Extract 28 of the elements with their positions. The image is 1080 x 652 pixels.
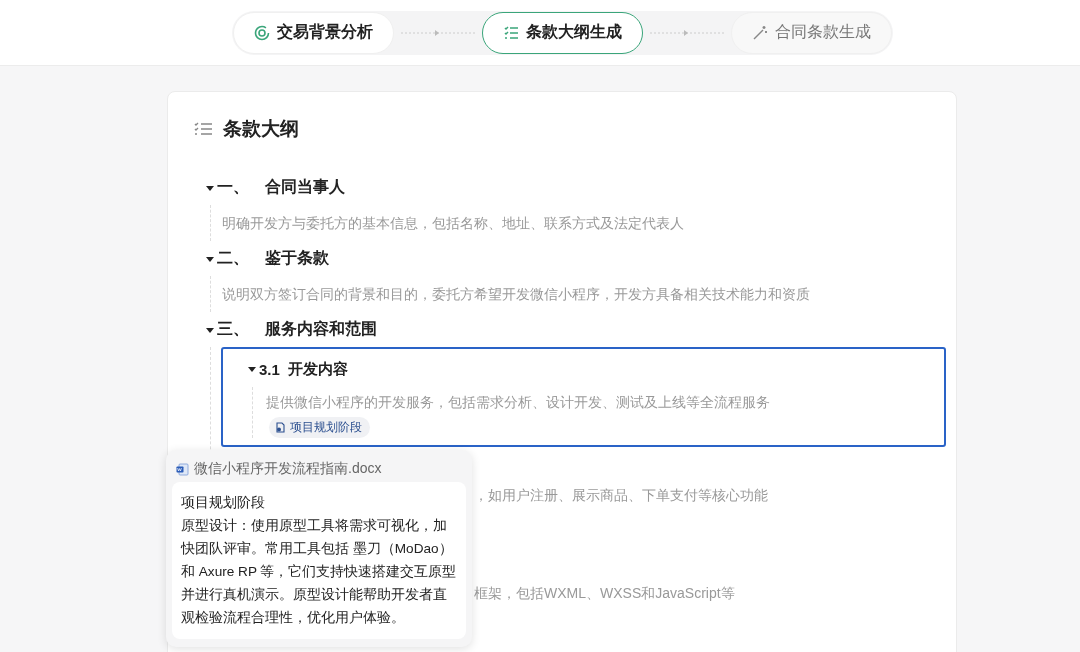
item-description: 框架，包括WXML、WXSS和JavaScript等 [474, 584, 735, 603]
section-number: 一、 [217, 177, 249, 197]
list-icon [194, 121, 213, 137]
item-title: 开发内容 [287, 359, 348, 379]
item-description: 提供微信小程序的开发服务，包括需求分析、设计开发、测试及上线等全流程服务 [266, 393, 770, 412]
file-name: 微信小程序开发流程指南.docx [194, 460, 382, 478]
caret-icon[interactable] [247, 364, 257, 374]
magic-wand-icon [752, 24, 768, 41]
section-description: 说明双方签订合同的背景和目的，委托方希望开发微信小程序，开发方具备相关技术能力和资质 [222, 285, 810, 304]
section-title: 鉴于条款 [265, 248, 329, 268]
section-number: 三、 [217, 319, 249, 339]
list-icon [503, 24, 519, 41]
item-description: ，如用户注册、展示商品、下单支付等核心功能 [474, 486, 768, 505]
step-tab[interactable]: 交易背景分析 [233, 11, 394, 54]
section-title: 合同当事人 [265, 177, 345, 197]
reference-chip[interactable]: 项目规划阶段 [269, 417, 370, 438]
word-document-icon [176, 462, 189, 476]
target-icon [254, 24, 270, 41]
excerpt-title: 项目规划阶段 [181, 494, 266, 512]
item-number: 3.1 [259, 360, 280, 378]
section-number: 二、 [217, 248, 249, 268]
excerpt-text: 原型设计：使用原型工具将需求可视化，加快团队评审。常用工具包括 墨刀（MoDao）和 Axure RP 等，它们支持快速搭建交互原型并进行真机演示。原型设计能帮助开发者直观检验流程合理性，优化用户体验。 [181, 517, 458, 627]
section-description: 明确开发方与委托方的基本信息，包括名称、地址、联系方式及法定代表人 [222, 214, 684, 233]
outline-item-card[interactable]: 3.1 开发内容 提供微信小程序的开发服务，包括需求分析、设计开发、测试及上线等全流程服务 项目规划阶段 [221, 347, 946, 447]
outline-title: 条款大纲 [223, 117, 299, 141]
step-tab[interactable]: 条款大纲生成 [482, 11, 643, 54]
document-icon [275, 422, 286, 433]
section-title: 服务内容和范围 [265, 319, 377, 339]
